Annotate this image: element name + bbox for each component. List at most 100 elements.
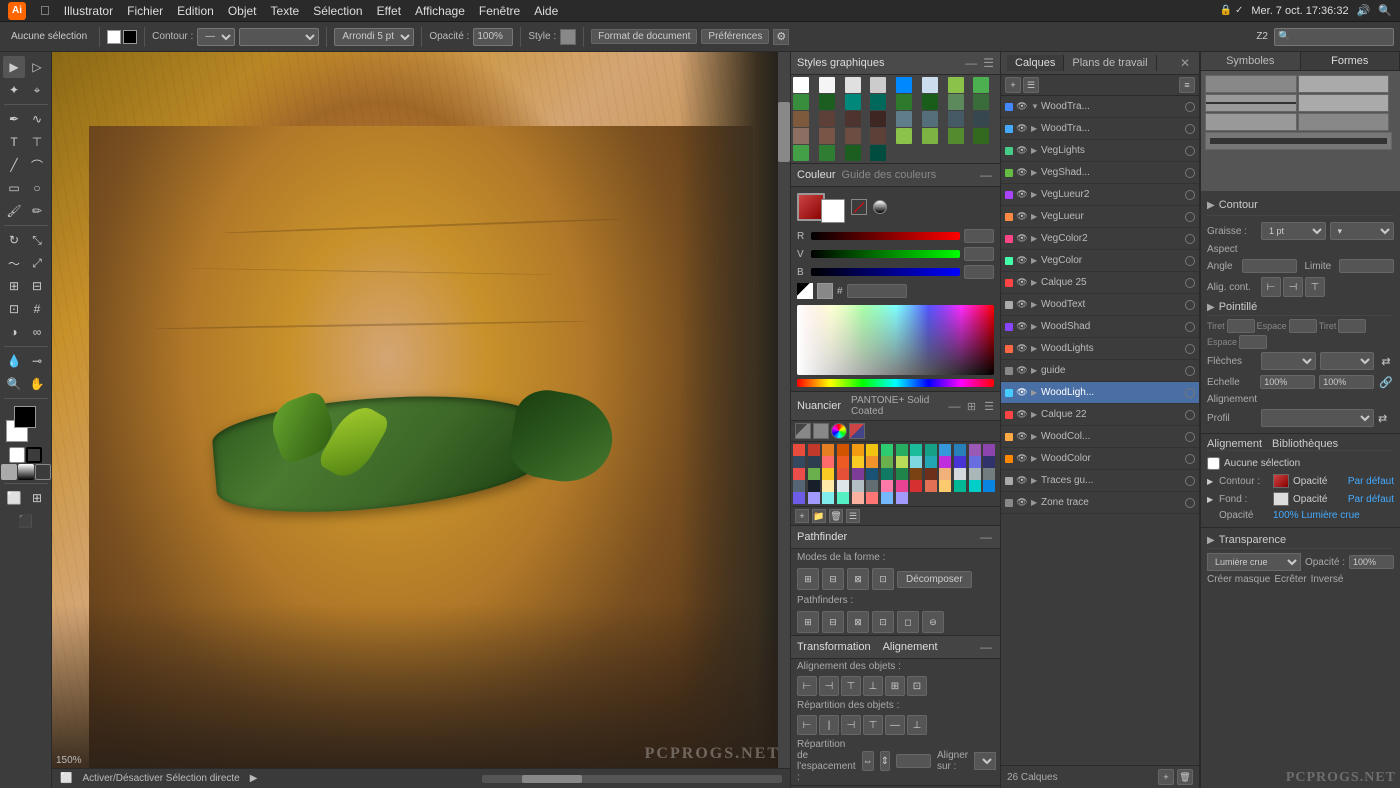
artwork-canvas[interactable] [52,52,790,788]
pen-tool[interactable]: ✒ [3,108,25,130]
swatch-17[interactable] [837,456,849,468]
layer-expand-arrow[interactable]: ▶ [1031,212,1039,221]
exclude-btn[interactable]: ⊡ [872,568,894,590]
swatch-4[interactable] [852,444,864,456]
swatch-special-btn[interactable] [849,423,865,439]
contour-color-btn[interactable] [1273,474,1289,488]
style-select[interactable] [239,28,319,46]
swatch-12[interactable] [969,444,981,456]
layer-target-indicator[interactable] [1185,146,1195,156]
fond-color-btn[interactable] [1273,492,1289,506]
stroke-preview-4[interactable] [1298,94,1390,112]
layer-visibility-eye[interactable]: 👁 [1015,232,1029,246]
format-document-button[interactable]: Format de document [591,29,697,44]
more-options-button[interactable]: ⚙ [773,29,789,45]
style-swatch-26[interactable] [845,128,861,144]
plans-travail-tab[interactable]: Plans de travail [1064,55,1156,71]
layer-target-indicator[interactable] [1185,212,1195,222]
contour-select[interactable]: — [197,28,235,46]
layer-expand-arrow[interactable]: ▶ [1031,498,1039,507]
fond-par-defaut[interactable]: Par défaut [1348,494,1394,505]
shapes-tab[interactable]: Formes [1301,52,1400,70]
color-none-box[interactable] [851,199,867,215]
trim-btn[interactable]: ⊟ [822,611,844,633]
layer-item[interactable]: 👁▶VegLights [1001,140,1199,162]
style-swatch-32[interactable] [793,145,809,161]
swatch-37[interactable] [925,468,937,480]
swatch-21[interactable] [896,456,908,468]
swatch-6[interactable] [881,444,893,456]
style-swatch-20[interactable] [896,111,912,127]
swatch-16[interactable] [822,456,834,468]
style-swatch-27[interactable] [870,128,886,144]
layer-expand-arrow[interactable]: ▶ [1031,124,1039,133]
style-swatch-28[interactable] [896,128,912,144]
menu-edition[interactable]: Edition [177,4,214,18]
layer-visibility-eye[interactable]: 👁 [1015,496,1029,510]
minus-back-btn[interactable]: ⊖ [922,611,944,633]
layer-item[interactable]: 👁▶WoodCol... [1001,426,1199,448]
graisse-unit-select[interactable]: ▾ [1330,222,1395,240]
lasso-tool[interactable]: ⌖ [26,79,48,101]
layer-target-indicator[interactable] [1185,322,1195,332]
swatch-gradient-btn[interactable] [795,423,811,439]
dist-top-btn[interactable]: ⊤ [863,715,883,735]
layer-item[interactable]: 👁▶WoodText [1001,294,1199,316]
swatch-color-btn[interactable] [813,423,829,439]
swatch-delete-btn[interactable]: 🗑 [829,509,843,523]
layer-target-indicator[interactable] [1185,190,1195,200]
stroke-preview-5[interactable] [1205,113,1297,131]
layer-target-indicator[interactable] [1185,234,1195,244]
swatches-close[interactable]: — [948,398,961,414]
direct-selection-tool[interactable]: ▷ [26,56,48,78]
mesh-tool[interactable]: # [26,298,48,320]
style-swatch-23[interactable] [973,111,989,127]
layers-list[interactable]: 👁▼WoodTra...👁▶WoodTra...👁▶VegLights👁▶Veg… [1001,96,1199,765]
swatch-15[interactable] [808,456,820,468]
swatch-54[interactable] [969,480,981,492]
swatch-58[interactable] [822,492,834,504]
style-swatch-24[interactable] [793,128,809,144]
stroke-preview-2[interactable] [1298,75,1390,93]
ellipse-tool[interactable]: ○ [26,177,48,199]
transform-close[interactable]: — [978,639,994,655]
fill-color[interactable] [107,30,121,44]
swatch-29[interactable] [808,468,820,480]
layer-expand-arrow[interactable]: ▶ [1031,278,1039,287]
style-swatch-30[interactable] [948,128,964,144]
dist-space-v-btn[interactable]: ⇕ [880,751,890,771]
style-swatch-21[interactable] [922,111,938,127]
layer-visibility-eye[interactable]: 👁 [1015,276,1029,290]
swatch-63[interactable] [896,492,908,504]
layer-target-indicator[interactable] [1185,256,1195,266]
opacity-trans-input[interactable] [1349,555,1394,569]
layer-visibility-eye[interactable]: 👁 [1015,122,1029,136]
minus-btn[interactable]: ⊟ [822,568,844,590]
stroke-preview-6[interactable] [1298,113,1390,131]
layer-target-indicator[interactable] [1185,410,1195,420]
stroke-preview-3[interactable] [1205,94,1297,112]
r-bar[interactable] [811,232,960,240]
swatch-53[interactable] [954,480,966,492]
swatch-59[interactable] [837,492,849,504]
swatch-47[interactable] [866,480,878,492]
alig-center-btn[interactable]: ⊣ [1283,277,1303,297]
style-swatch-12[interactable] [896,94,912,110]
fleche-swap-btn[interactable]: ⇄ [1378,353,1394,369]
swatch-folder-btn[interactable]: 📁 [812,509,826,523]
swatch-0[interactable] [793,444,805,456]
style-swatch-15[interactable] [973,94,989,110]
dist-left-btn[interactable]: ⊢ [797,715,817,735]
align-bottom-btn[interactable]: ⊡ [907,676,927,696]
swatch-add-btn[interactable]: + [795,509,809,523]
fill-btn[interactable] [9,447,25,463]
swatch-spectrum-btn[interactable] [831,423,847,439]
swatch-35[interactable] [896,468,908,480]
color-bg-preview[interactable] [821,199,845,223]
search-field[interactable] [1274,28,1394,46]
style-swatch-9[interactable] [819,94,835,110]
swatch-41[interactable] [983,468,995,480]
foreground-color[interactable] [14,406,36,428]
layer-target-indicator[interactable] [1185,278,1195,288]
symbols-tab[interactable]: Symboles [1201,52,1301,70]
